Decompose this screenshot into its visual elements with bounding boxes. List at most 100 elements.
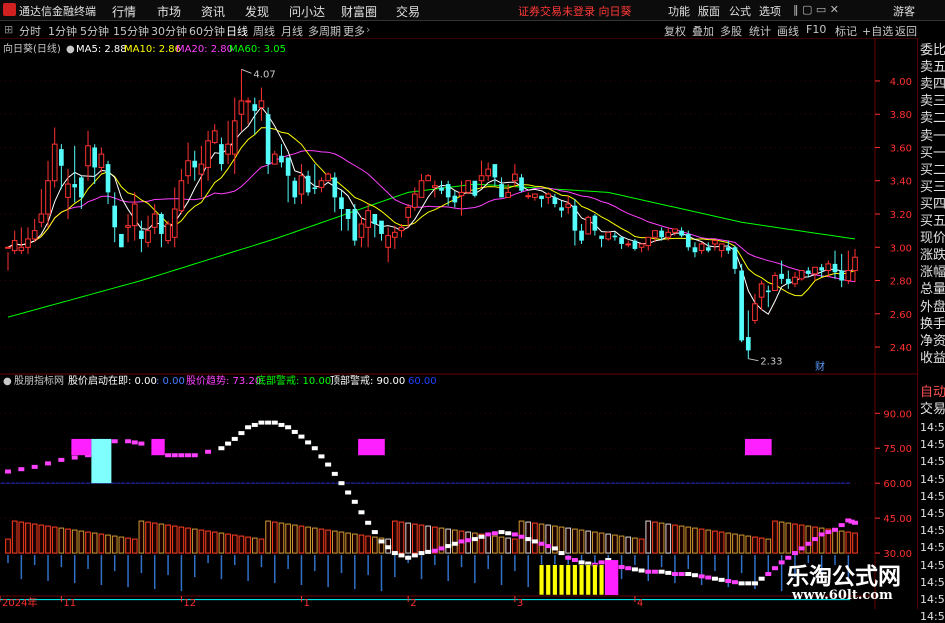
candle bbox=[525, 192, 532, 200]
candle-body bbox=[672, 228, 678, 233]
tick-time: 14:56 bbox=[920, 524, 945, 538]
trend-dot bbox=[685, 572, 692, 577]
trend-dot bbox=[825, 530, 832, 535]
candle bbox=[159, 212, 164, 248]
candle-body bbox=[231, 120, 238, 155]
trend-dot bbox=[165, 453, 172, 458]
candle-body bbox=[465, 180, 472, 193]
trend-dot bbox=[438, 546, 445, 551]
volume-bar bbox=[211, 531, 218, 554]
auto-trade-button[interactable]: 自动 bbox=[920, 386, 945, 399]
tick-time: 14:56 bbox=[920, 575, 945, 589]
trend-dot bbox=[558, 551, 565, 556]
volume-bar bbox=[785, 522, 792, 554]
trend-dot bbox=[458, 539, 465, 544]
price-tick-label: 2.80 bbox=[890, 277, 912, 288]
stock-chart[interactable]: 4.07 2.33 财 4.00 3.80 3.60 3.40 3.20 3.00 2.80 2.… bbox=[0, 0, 917, 609]
tick-time: 14:56 bbox=[920, 541, 945, 555]
trend-dot bbox=[365, 520, 372, 525]
volume-bar bbox=[818, 527, 825, 554]
candle-body bbox=[325, 173, 331, 182]
candle-body bbox=[358, 223, 365, 238]
signal-block-magenta bbox=[358, 438, 385, 456]
candle-body bbox=[745, 337, 751, 351]
order-book-label: 换手 bbox=[920, 316, 945, 332]
watermark-url: www.60lt.com bbox=[792, 588, 893, 603]
volume-bar bbox=[845, 531, 852, 554]
candle-body bbox=[485, 168, 492, 177]
candle bbox=[532, 193, 538, 201]
candle-body bbox=[258, 100, 265, 109]
candle-body bbox=[279, 155, 284, 163]
candle bbox=[305, 170, 311, 196]
candle-body bbox=[219, 144, 224, 165]
trade-button[interactable]: 交易 bbox=[920, 403, 945, 416]
volume-bar bbox=[505, 537, 512, 554]
trend-dot bbox=[818, 532, 825, 537]
candle bbox=[205, 130, 211, 181]
candle-body bbox=[211, 130, 218, 143]
order-book-label: 委比 bbox=[920, 43, 945, 58]
candle bbox=[198, 145, 205, 198]
launch-bar bbox=[552, 564, 558, 596]
indicator-tick-label: 60.00 bbox=[883, 479, 912, 490]
trend-dot bbox=[505, 531, 512, 536]
volume-bar bbox=[598, 532, 605, 554]
candle bbox=[772, 272, 778, 292]
volume-bar bbox=[111, 535, 118, 554]
candle-body bbox=[11, 240, 18, 252]
volume-bar bbox=[371, 536, 378, 554]
volume-bar bbox=[678, 525, 685, 554]
candle bbox=[112, 192, 118, 243]
candle-body bbox=[499, 184, 504, 198]
trend-dot bbox=[191, 453, 198, 458]
trend-dot bbox=[811, 537, 818, 542]
volume-bar bbox=[652, 521, 658, 554]
volume-bar bbox=[612, 534, 618, 554]
trend-dot bbox=[18, 467, 25, 472]
volume-bar bbox=[345, 532, 351, 554]
candle-body bbox=[238, 100, 245, 115]
trend-dot bbox=[445, 544, 452, 549]
time-tick-label: 1 bbox=[303, 598, 309, 609]
candle-body bbox=[665, 231, 672, 238]
order-book-label: 卖二 bbox=[920, 111, 945, 127]
trend-dot bbox=[665, 570, 672, 575]
volume-bar bbox=[18, 521, 25, 554]
legend-ma60: MA60: 3.05 bbox=[229, 44, 286, 55]
candle-body bbox=[512, 173, 518, 182]
price-tick-label: 3.40 bbox=[890, 177, 912, 188]
candle-body bbox=[519, 177, 524, 191]
volume-bar bbox=[85, 531, 91, 554]
trend-dot bbox=[765, 572, 772, 577]
candle-body bbox=[679, 230, 684, 236]
order-book-label: 收益 bbox=[920, 350, 945, 366]
ind-trend: 股价趋势: 73.20 bbox=[186, 374, 261, 387]
price-tick-label: 3.00 bbox=[890, 243, 912, 254]
trend-dot bbox=[238, 431, 245, 436]
candle-body bbox=[178, 180, 185, 212]
trend-dot bbox=[658, 569, 665, 574]
volume-bar bbox=[65, 528, 71, 554]
candle bbox=[519, 174, 524, 193]
volume-bar bbox=[538, 523, 545, 554]
time-axis: 2024年 11 12 1 2 3 4 bbox=[0, 596, 643, 609]
volume-bar bbox=[765, 538, 772, 554]
candle-body bbox=[131, 203, 138, 227]
volume-bar bbox=[832, 529, 838, 554]
candle-body bbox=[819, 267, 824, 271]
order-book-label: 涨跌 bbox=[920, 248, 945, 264]
candle bbox=[465, 180, 472, 195]
trend-dot bbox=[385, 545, 392, 550]
candle-body bbox=[585, 216, 592, 235]
candle-body bbox=[79, 177, 84, 198]
volume-bar bbox=[672, 524, 678, 554]
candle-body bbox=[345, 209, 351, 219]
candle bbox=[238, 69, 245, 131]
legend-ma20: MA20: 2.80 bbox=[176, 44, 233, 55]
trend-dot bbox=[131, 440, 138, 445]
candle bbox=[171, 187, 178, 248]
candle-body bbox=[552, 197, 558, 205]
trend-dot bbox=[271, 420, 278, 425]
candle-body bbox=[271, 153, 278, 165]
